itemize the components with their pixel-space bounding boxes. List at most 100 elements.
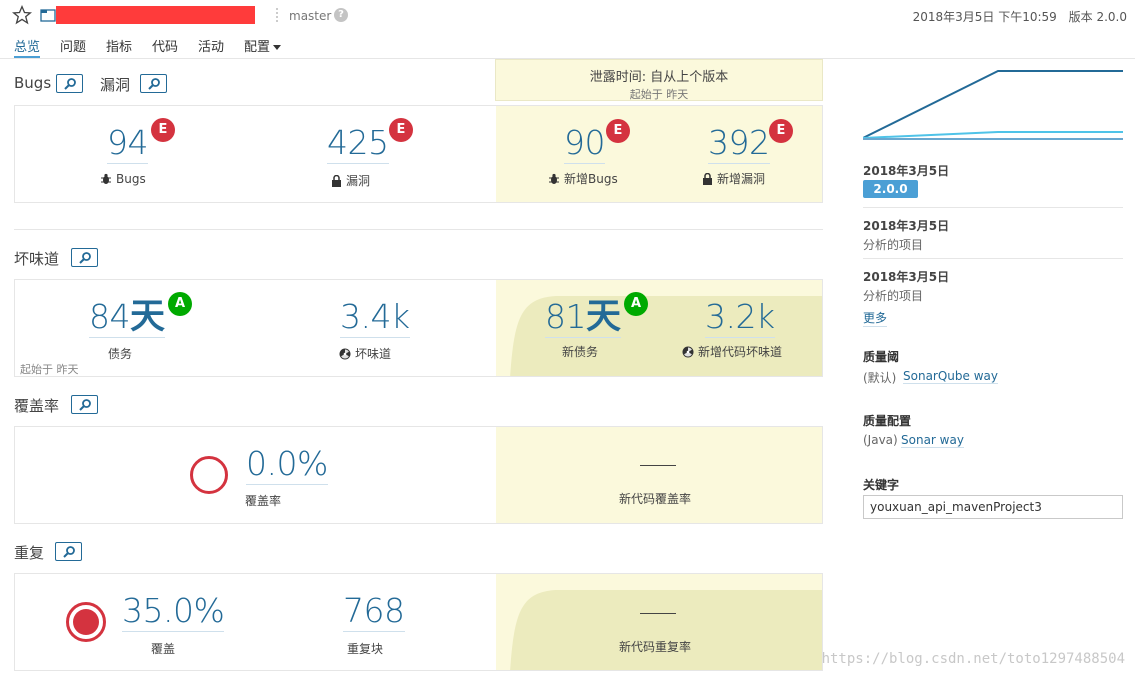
keywords-title: 关键字: [863, 478, 900, 492]
analysis-date: 2018年3月5日 下午10:59: [912, 10, 1057, 24]
drilldown-icon: [79, 252, 91, 264]
vulnerabilities-drilldown-button[interactable]: [140, 74, 167, 93]
star-icon[interactable]: [12, 5, 32, 25]
quality-profile-link[interactable]: Sonar way: [901, 433, 964, 448]
new-debt-value[interactable]: 81天: [545, 297, 621, 338]
new-bugs-value[interactable]: 90: [564, 123, 606, 164]
coverage-card: [14, 426, 823, 524]
vulnerabilities-label: 漏洞: [331, 172, 370, 189]
bug-icon: [549, 173, 559, 184]
leak-period-title: 泄露时间: 自从上个版本: [589, 70, 729, 85]
history-event-2: 分析的项目: [863, 238, 924, 252]
code-smells-drilldown-button[interactable]: [71, 248, 98, 267]
new-bugs-label-text: 新增Bugs: [564, 172, 618, 186]
code-smells-value[interactable]: 3.4k: [340, 297, 410, 338]
project-name-redacted[interactable]: [56, 6, 255, 24]
new-debt-value-number: 81: [545, 297, 587, 336]
bug-icon: [101, 173, 111, 184]
project-version: 版本 2.0.0: [1068, 10, 1127, 24]
tab-code[interactable]: 代码: [152, 36, 178, 58]
help-icon[interactable]: ?: [334, 8, 348, 22]
vulnerabilities-rating[interactable]: E: [389, 118, 413, 142]
new-vulnerabilities-rating[interactable]: E: [769, 119, 793, 143]
new-vulnerabilities-label: 新增漏洞: [702, 170, 765, 187]
new-duplications-sparkline: [510, 590, 822, 670]
bugs-value[interactable]: 94: [107, 123, 149, 164]
section-title-coverage: 覆盖率: [14, 397, 60, 415]
new-code-smells-label: 新增代码坏味道: [682, 343, 782, 360]
radioactive-icon: [339, 348, 351, 360]
project-nav: 总览 问题 指标 代码 活动 配置: [0, 34, 1135, 59]
version-badge: 2.0.0: [863, 180, 918, 198]
quality-gate-title: 质量阈: [863, 350, 900, 364]
debt-label: 债务: [108, 347, 133, 361]
coverage-value[interactable]: 0.0%: [246, 444, 328, 485]
new-vulnerabilities-label-text: 新增漏洞: [717, 172, 766, 186]
new-vulnerabilities-value[interactable]: 392: [708, 123, 770, 164]
new-debt-value-unit: 天: [586, 297, 621, 337]
debt-value-number: 84: [89, 297, 131, 336]
watermark: https://blog.csdn.net/toto1297488504: [821, 651, 1125, 667]
section-title-duplications: 重复: [14, 544, 45, 562]
tab-measures[interactable]: 指标: [106, 36, 132, 58]
leak-period-header: 泄露时间: 自从上个版本 起始于 昨天: [495, 59, 823, 101]
branch-icon: [276, 8, 278, 24]
history-chart: [863, 70, 1123, 140]
new-duplications-label: 新代码重复率: [619, 640, 692, 654]
duplicated-blocks-label: 重复块: [347, 642, 384, 656]
coverage-label: 覆盖率: [245, 494, 282, 508]
bugs-drilldown-button[interactable]: [56, 74, 83, 93]
coverage-donut-icon: [190, 456, 228, 494]
vulnerabilities-label-text: 漏洞: [346, 174, 371, 188]
new-duplications-empty-dash: [640, 613, 676, 614]
top-bar: master ? 2018年3月5日 下午10:59 版本 2.0.0: [0, 0, 1135, 34]
tab-overview[interactable]: 总览: [14, 36, 41, 58]
duplications-value[interactable]: 35.0%: [122, 591, 225, 632]
tab-activity[interactable]: 活动: [198, 36, 224, 58]
code-smells-label-text: 坏味道: [355, 347, 392, 361]
history-event-3: 分析的项目: [863, 289, 924, 303]
duplications-drilldown-button[interactable]: [55, 542, 82, 561]
drilldown-icon: [79, 399, 91, 411]
leak-period-subtitle: 起始于 昨天: [629, 88, 689, 101]
bugs-rating[interactable]: E: [151, 118, 175, 142]
section-title-vulnerabilities: 漏洞: [100, 76, 131, 94]
vulnerabilities-value[interactable]: 425: [327, 123, 389, 164]
new-coverage-label: 新代码覆盖率: [619, 492, 692, 506]
new-bugs-label: 新增Bugs: [548, 170, 618, 187]
project-icon: [40, 9, 56, 22]
drilldown-icon: [148, 78, 160, 90]
quality-gate-link[interactable]: SonarQube way: [903, 369, 998, 384]
debt-rating[interactable]: A: [168, 292, 192, 316]
lock-icon: [703, 172, 712, 185]
lock-icon: [332, 174, 341, 187]
new-code-smells-label-text: 新增代码坏味道: [698, 345, 783, 359]
leak-area: [496, 427, 822, 523]
drilldown-icon: [63, 546, 75, 558]
tab-administration-label: 配置: [244, 40, 271, 55]
analysis-meta: 2018年3月5日 下午10:59 版本 2.0.0: [905, 8, 1127, 25]
chevron-down-icon: [273, 45, 282, 50]
section-title-bugs: Bugs: [14, 74, 52, 92]
tab-issues[interactable]: 问题: [60, 36, 86, 58]
section-title-code-smells: 坏味道: [14, 250, 60, 268]
new-debt-rating[interactable]: A: [624, 292, 648, 316]
bugs-label: Bugs: [100, 172, 146, 186]
drilldown-icon: [64, 78, 76, 90]
since-note: 起始于 昨天: [20, 363, 79, 376]
new-bugs-rating[interactable]: E: [606, 119, 630, 143]
bugs-label-text: Bugs: [116, 172, 146, 186]
duplications-indicator-icon: [66, 602, 106, 642]
section-divider: [14, 229, 823, 230]
history-more-link[interactable]: 更多: [863, 309, 888, 327]
history-date-2: 2018年3月5日: [863, 219, 950, 233]
code-smells-label: 坏味道: [339, 345, 391, 362]
history-date-1: 2018年3月5日: [863, 164, 950, 178]
duplicated-blocks-value[interactable]: 768: [343, 591, 405, 632]
coverage-drilldown-button[interactable]: [71, 395, 98, 414]
new-debt-label: 新债务: [562, 345, 599, 359]
tab-administration[interactable]: 配置: [244, 36, 282, 58]
debt-value[interactable]: 84天: [89, 297, 165, 338]
new-code-smells-value[interactable]: 3.2k: [705, 297, 775, 338]
keywords-field[interactable]: youxuan_api_mavenProject3: [863, 495, 1123, 519]
